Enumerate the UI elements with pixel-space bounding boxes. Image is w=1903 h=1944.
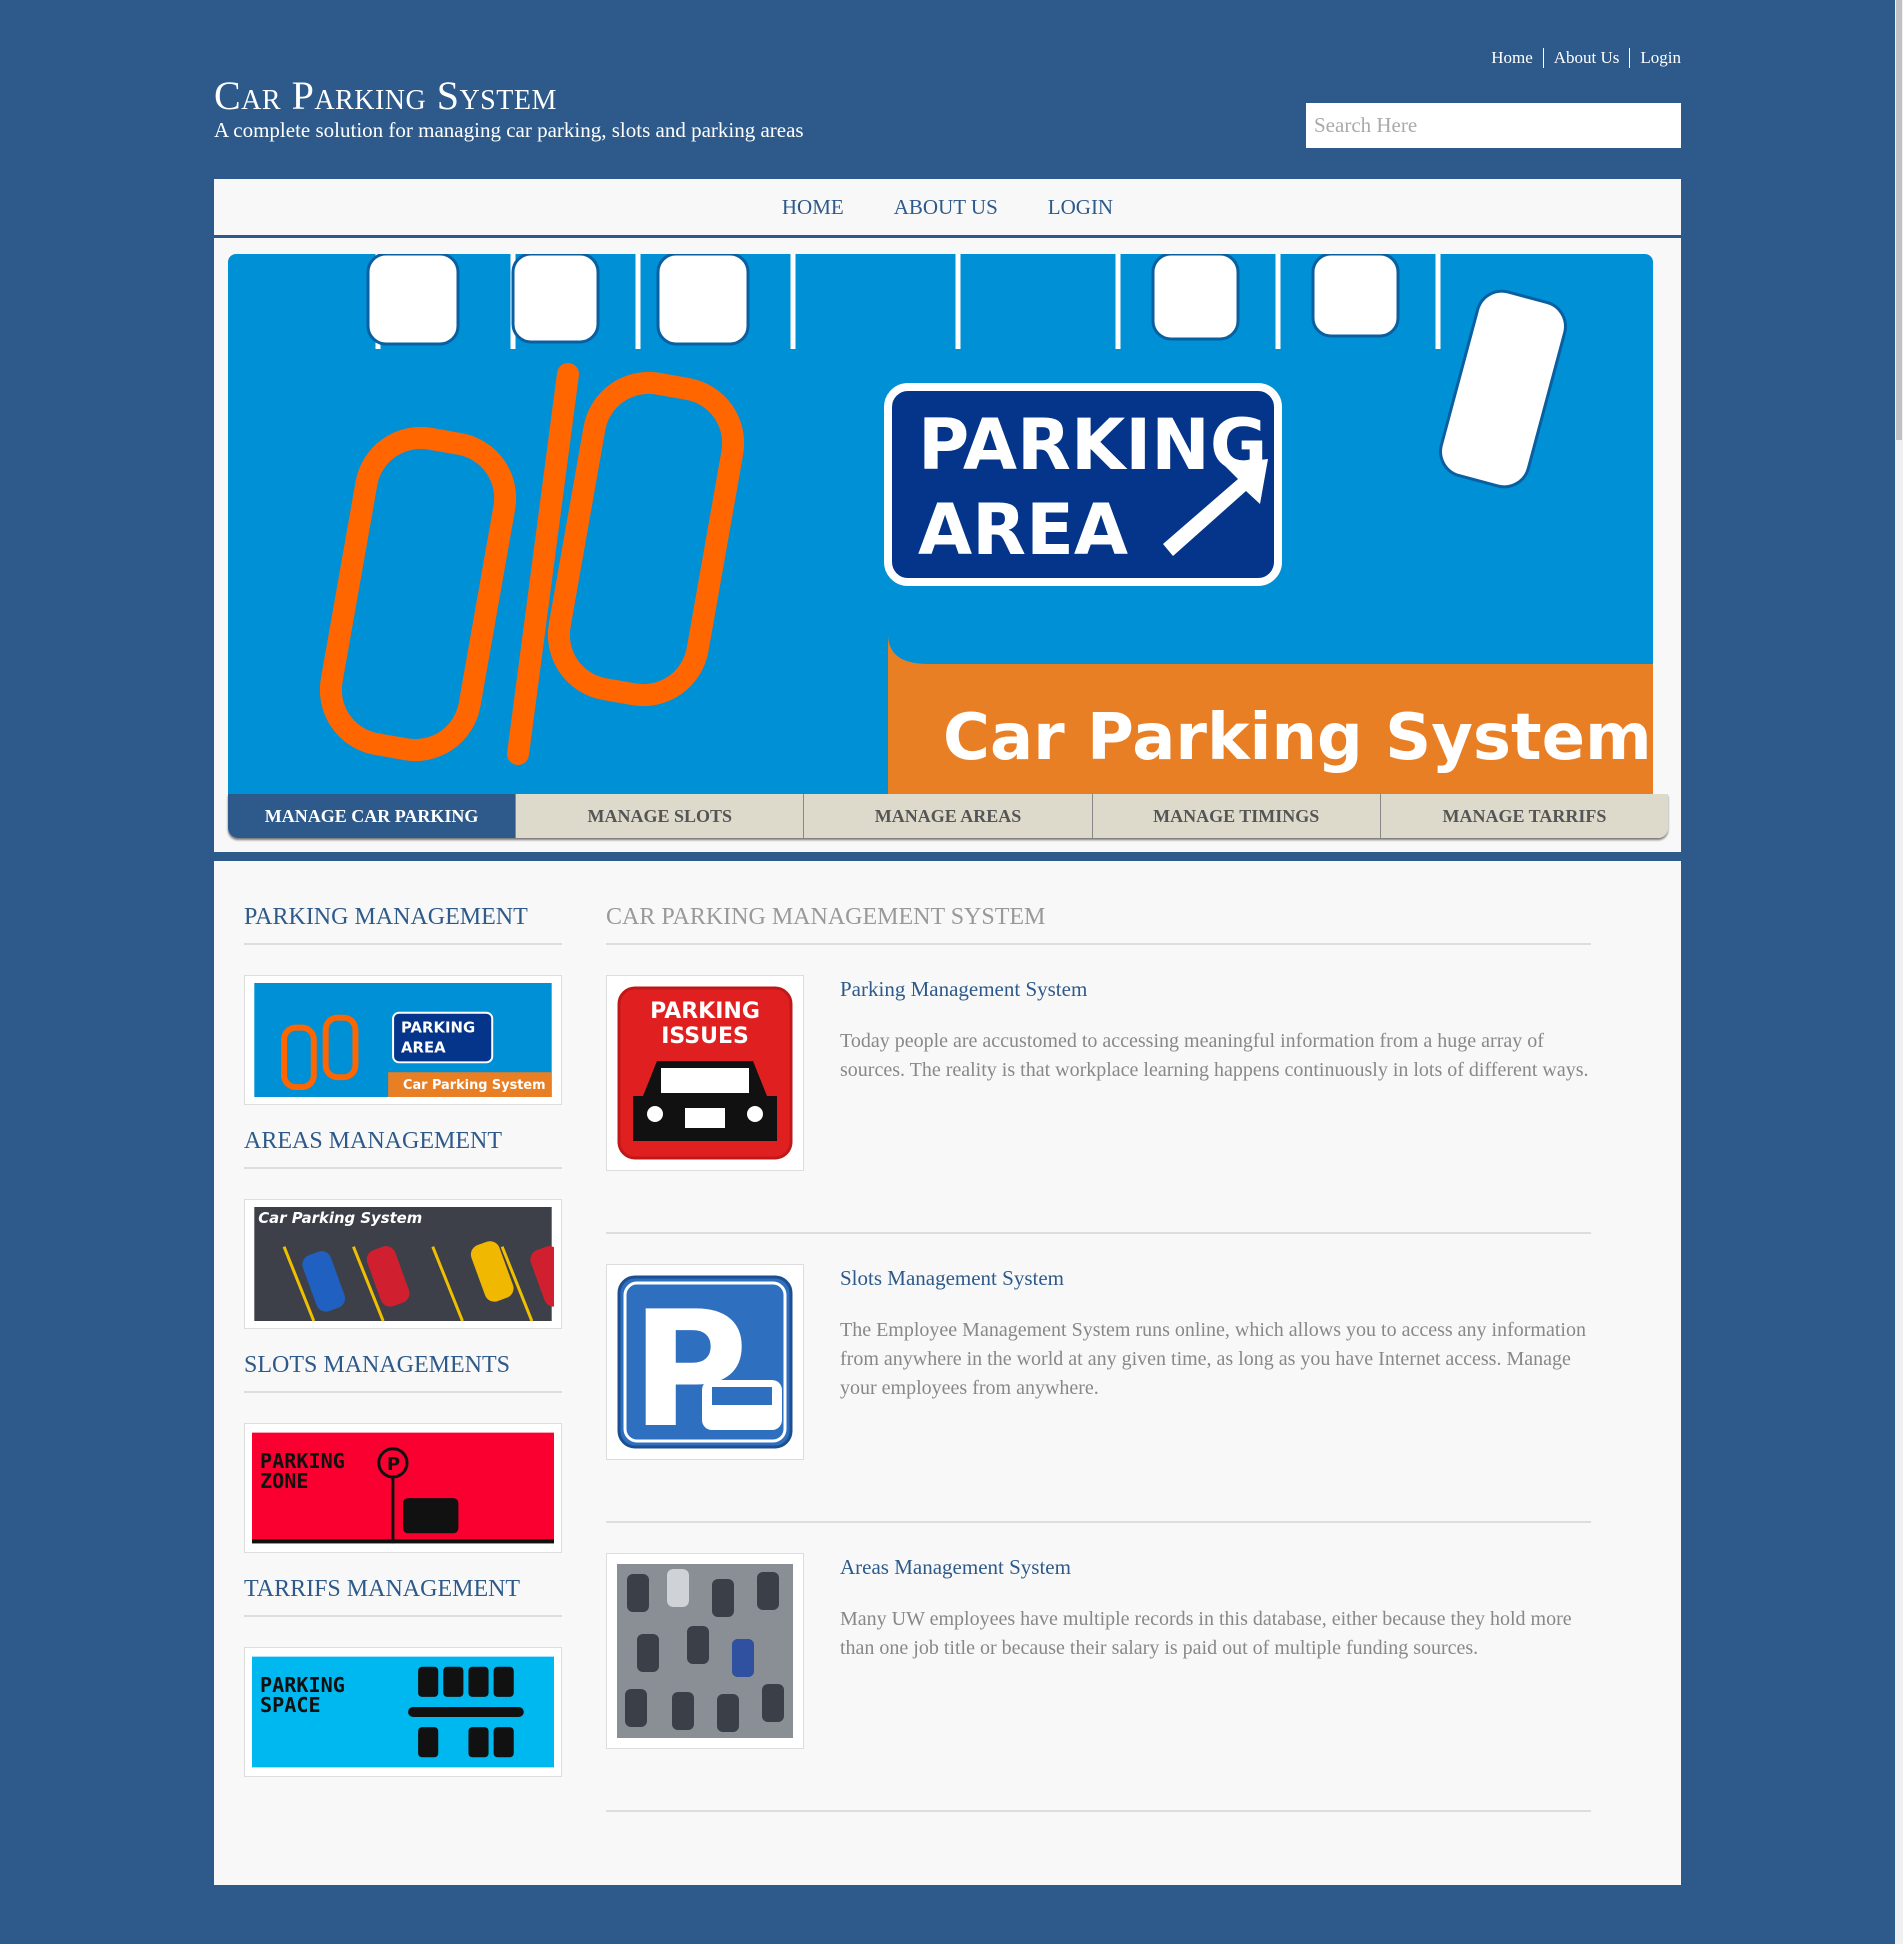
top-link-login[interactable]: Login: [1629, 48, 1681, 68]
slots-thumbnail[interactable]: PARKING ZONE P: [244, 1423, 562, 1553]
tarrifs-thumbnail[interactable]: PARKING SPACE: [244, 1647, 562, 1777]
tab-manage-slots[interactable]: MANAGE SLOTS: [515, 794, 804, 838]
main-content: PARKING MANAGEMENT PARKING AREA Car Park…: [214, 861, 1681, 1885]
article-title[interactable]: Slots Management System: [840, 1266, 1064, 1291]
nav-about[interactable]: ABOUT US: [894, 195, 998, 220]
banner-image: PARKING AREA Car Parking System: [228, 254, 1653, 794]
nav-login[interactable]: LOGIN: [1048, 195, 1113, 220]
article-title[interactable]: Parking Management System: [840, 977, 1087, 1002]
page-scrollbar[interactable]: [1895, 0, 1903, 1944]
svg-text:P: P: [387, 1454, 400, 1475]
article-title[interactable]: Areas Management System: [840, 1555, 1071, 1580]
nav-home[interactable]: HOME: [782, 195, 844, 220]
sidebar-heading: AREAS MANAGEMENT: [244, 1085, 562, 1169]
content-column: CAR PARKING MANAGEMENT SYSTEM PARKING IS…: [606, 861, 1591, 1812]
site-title[interactable]: Car Parking System: [214, 72, 557, 119]
tab-manage-areas[interactable]: MANAGE AREAS: [803, 794, 1092, 838]
site-subtitle: A complete solution for managing car par…: [214, 118, 804, 142]
svg-text:AREA: AREA: [401, 1038, 446, 1056]
svg-text:PARKING: PARKING: [650, 999, 760, 1024]
top-link-home[interactable]: Home: [1481, 48, 1543, 68]
article-text: Many UW employees have multiple records …: [840, 1608, 1572, 1659]
article-text: Today people are accustomed to accessing…: [840, 1030, 1589, 1081]
banner-sign-line2: AREA: [918, 489, 1128, 571]
tab-bar: MANAGE CAR PARKING MANAGE SLOTS MANAGE A…: [228, 794, 1668, 838]
tab-manage-car-parking[interactable]: MANAGE CAR PARKING: [228, 794, 516, 838]
parking-area-thumbnail[interactable]: PARKING AREA Car Parking System: [244, 975, 562, 1105]
svg-text:SPACE: SPACE: [260, 1693, 321, 1717]
article: P Slots Management System The Employee M…: [606, 1234, 1591, 1523]
article: Areas Management System Many UW employee…: [606, 1523, 1591, 1812]
scrollbar-thumb[interactable]: [1896, 0, 1902, 440]
svg-text:Car Parking System: Car Parking System: [258, 1209, 422, 1227]
parking-sign-image: P: [606, 1264, 804, 1460]
parking-issues-image: PARKING ISSUES: [606, 975, 804, 1171]
banner-section: PARKING AREA Car Parking System MANAGE C…: [214, 238, 1681, 852]
top-link-about[interactable]: About Us: [1542, 48, 1630, 68]
article: PARKING ISSUES Parking Management System…: [606, 945, 1591, 1234]
banner-caption: Car Parking System: [943, 701, 1652, 775]
svg-text:ZONE: ZONE: [260, 1469, 308, 1493]
parking-lot-photo: [606, 1553, 804, 1749]
content-heading: CAR PARKING MANAGEMENT SYSTEM: [606, 861, 1591, 945]
areas-thumbnail[interactable]: Car Parking System: [244, 1199, 562, 1329]
search-input[interactable]: [1306, 103, 1681, 148]
banner-sign-line1: PARKING: [918, 404, 1267, 486]
sidebar-heading: TARRIFS MANAGEMENT: [244, 1533, 562, 1617]
article-text: The Employee Management System runs onli…: [840, 1319, 1586, 1399]
svg-text:ISSUES: ISSUES: [661, 1024, 749, 1049]
sidebar: PARKING MANAGEMENT PARKING AREA Car Park…: [244, 861, 562, 1777]
svg-text:Car Parking System: Car Parking System: [403, 1078, 546, 1093]
svg-text:PARKING: PARKING: [401, 1019, 475, 1037]
tab-manage-tarrifs[interactable]: MANAGE TARRIFS: [1379, 794, 1668, 838]
sidebar-heading: PARKING MANAGEMENT: [244, 861, 562, 945]
tab-manage-timings[interactable]: MANAGE TIMINGS: [1091, 794, 1380, 838]
main-nav: HOME ABOUT US LOGIN: [214, 179, 1681, 238]
sidebar-heading: SLOTS MANAGEMENTS: [244, 1309, 562, 1393]
top-links: Home About Us Login: [1481, 48, 1681, 68]
